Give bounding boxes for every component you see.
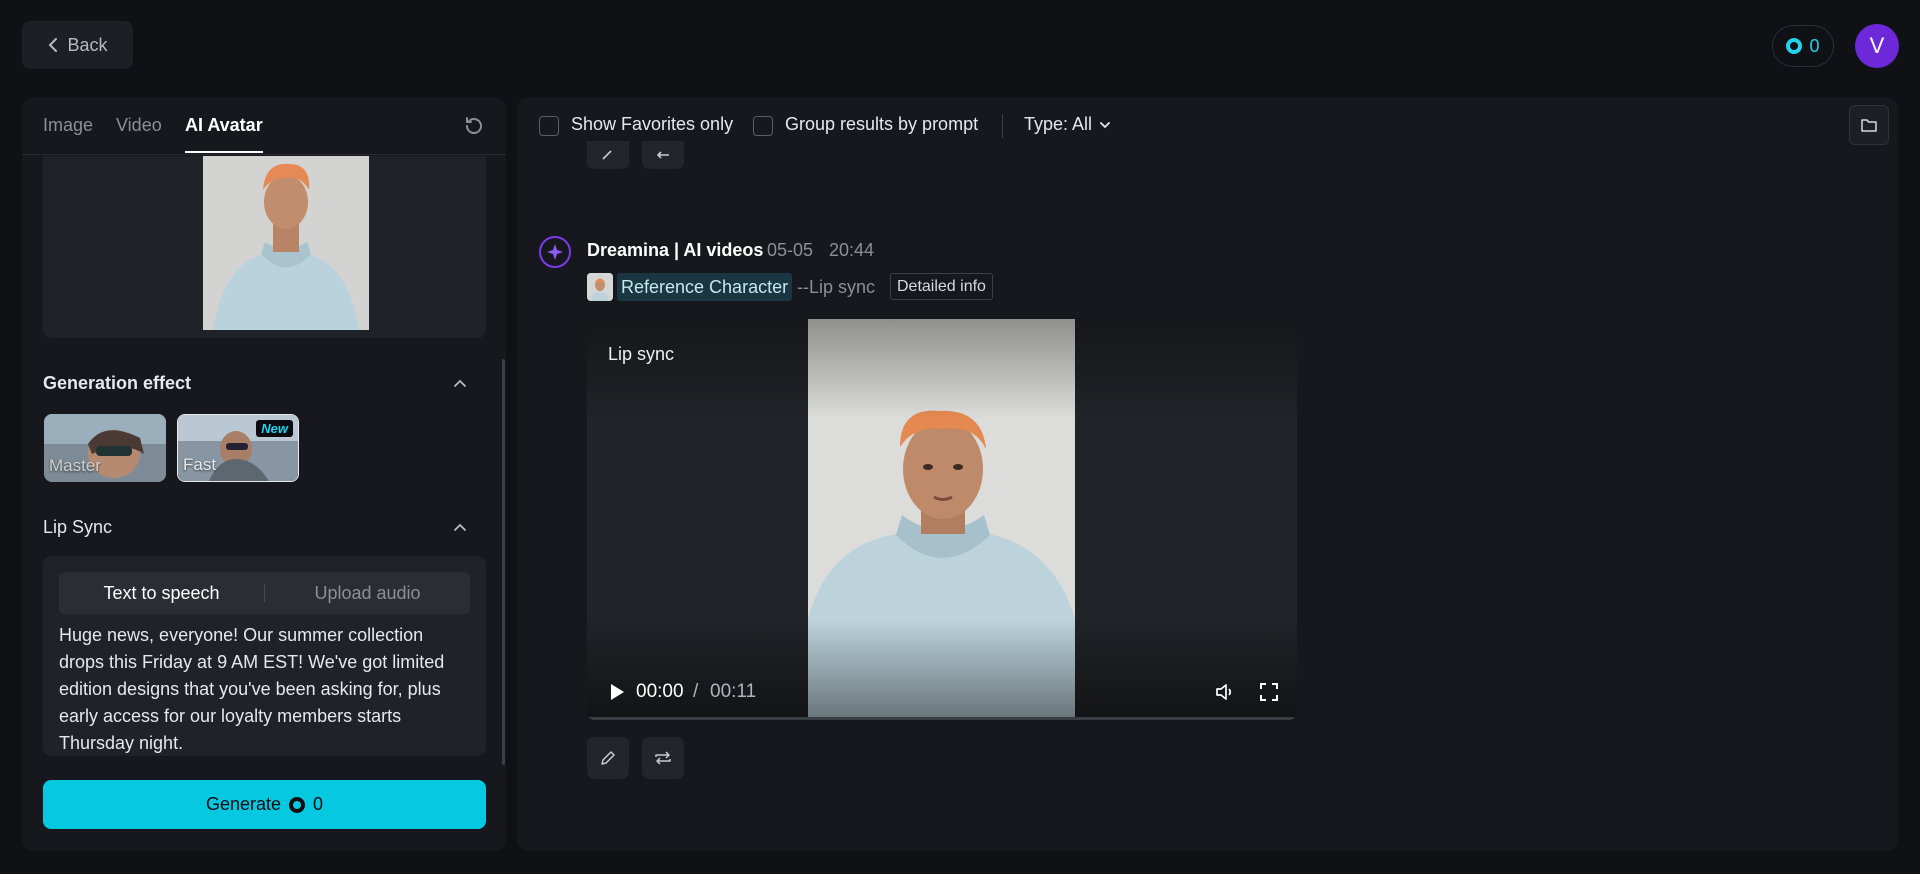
fullscreen-icon[interactable]	[1258, 681, 1280, 703]
credit-coin-icon	[289, 796, 306, 813]
user-avatar[interactable]: V	[1855, 24, 1899, 68]
back-label: Back	[67, 34, 108, 55]
refresh-icon[interactable]	[462, 114, 486, 138]
group-by-prompt-checkbox[interactable]	[753, 116, 773, 136]
chevron-left-icon	[49, 38, 58, 52]
mode-tag: --Lip sync	[797, 277, 876, 297]
left-panel: Image Video AI Avatar Generation effect	[22, 97, 506, 851]
folder-button[interactable]	[1849, 105, 1889, 145]
lip-sync-title: Lip Sync	[43, 517, 113, 537]
top-bar: Back 0 V	[0, 0, 1920, 92]
generation-effect-title: Generation effect	[43, 373, 192, 393]
pencil-icon	[602, 150, 612, 160]
effect-option-fast[interactable]: New Fast	[177, 414, 299, 482]
credits-count: 0	[1809, 35, 1820, 56]
reference-thumbnail	[587, 273, 613, 301]
dreamina-logo-icon	[539, 236, 571, 268]
current-time: 00:00	[636, 681, 684, 702]
regenerate-button[interactable]	[642, 737, 684, 779]
pencil-icon	[601, 751, 615, 765]
lip-sync-box: Text to speech Upload audio Huge news, e…	[43, 556, 486, 756]
credit-coin-icon	[1786, 38, 1803, 54]
folder-icon	[1861, 119, 1877, 132]
credits-balance[interactable]: 0	[1772, 25, 1834, 67]
filter-divider	[1002, 114, 1003, 138]
edit-button[interactable]	[587, 737, 629, 779]
repeat-icon	[655, 751, 671, 765]
text-to-speech-button[interactable]: Text to speech	[59, 572, 264, 614]
total-time: 00:11	[710, 681, 757, 702]
type-dropdown[interactable]: Type: All	[1024, 114, 1112, 135]
audio-source-switch: Text to speech Upload audio	[59, 572, 470, 614]
play-icon[interactable]	[607, 681, 627, 703]
time-separator: /	[693, 681, 699, 702]
edit-button-previous[interactable]	[587, 141, 629, 169]
volume-icon[interactable]	[1214, 681, 1236, 703]
arrow-left-icon	[656, 151, 669, 159]
video-title: Lip sync	[608, 344, 675, 364]
video-progress-bar[interactable]	[587, 717, 1297, 720]
chevron-up-icon[interactable]	[452, 520, 468, 536]
detailed-info-button[interactable]: Detailed info	[890, 273, 993, 300]
reference-character-chip[interactable]: Reference Character	[617, 273, 793, 301]
entry-date: 05-05	[767, 240, 814, 260]
reference-image-box[interactable]	[43, 156, 486, 338]
upload-audio-button[interactable]: Upload audio	[265, 572, 470, 614]
reuse-button-previous[interactable]	[642, 141, 684, 169]
generate-cost: 0	[313, 794, 324, 814]
mode-tabs: Image Video AI Avatar	[22, 97, 506, 155]
chevron-up-icon[interactable]	[452, 376, 468, 392]
filter-bar: Show Favorites only Group results by pro…	[517, 97, 1898, 155]
effect-label-master: Master	[49, 456, 101, 475]
chevron-down-icon	[1100, 121, 1110, 128]
avatar-initial: V	[1869, 33, 1885, 58]
favorites-checkbox[interactable]	[539, 116, 559, 136]
effect-option-master[interactable]: Master	[44, 414, 166, 482]
tab-ai-avatar[interactable]: AI Avatar	[185, 115, 263, 153]
favorites-label: Show Favorites only	[571, 114, 734, 134]
generate-label: Generate	[205, 794, 282, 814]
speech-text-input[interactable]: Huge news, everyone! Our summer collecti…	[59, 622, 470, 756]
effect-label-fast: Fast	[183, 455, 217, 474]
group-by-prompt-label: Group results by prompt	[785, 114, 979, 134]
type-label: Type: All	[1024, 114, 1093, 134]
new-badge: New	[256, 420, 293, 437]
back-button[interactable]: Back	[22, 21, 133, 69]
reference-character-image	[203, 156, 369, 330]
entry-title: Dreamina | AI videos	[587, 240, 764, 260]
video-player[interactable]: Lip sync 00:00 / 00:11	[587, 319, 1297, 720]
generate-button[interactable]: Generate 0	[43, 780, 486, 829]
results-panel: Show Favorites only Group results by pro…	[517, 97, 1898, 851]
tab-image[interactable]: Image	[43, 115, 93, 136]
scrollbar[interactable]	[502, 359, 505, 765]
tab-video[interactable]: Video	[116, 115, 162, 136]
entry-time: 20:44	[829, 240, 875, 260]
settings-scroll-area[interactable]: Generation effect Master New Fast Lip Sy…	[22, 156, 506, 756]
video-overlay	[587, 319, 1297, 720]
